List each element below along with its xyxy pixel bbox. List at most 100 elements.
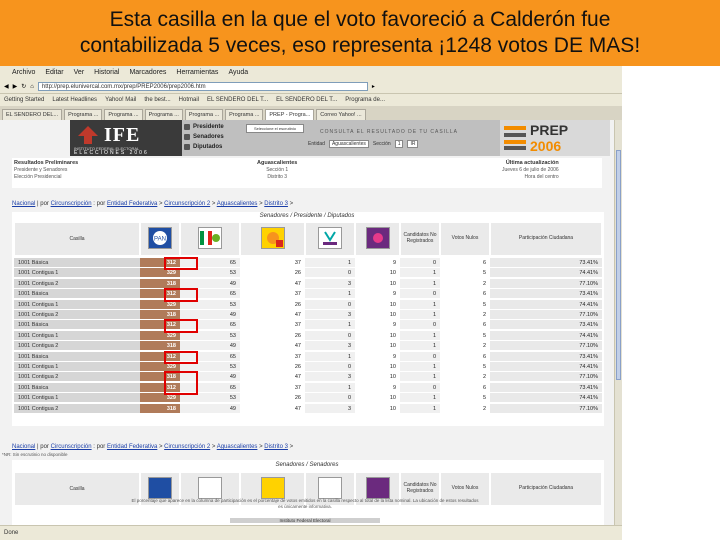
votes-cell: 2 <box>440 404 490 414</box>
browser-tab[interactable]: EL SENDERO DEL... <box>2 109 63 120</box>
info-left-line: Elección Presidencial <box>14 174 62 180</box>
table-row: 1001 Básica 312 65 37 1 9 0 6 73.41% <box>14 351 602 362</box>
browser-tab[interactable]: Programa ... <box>184 109 224 120</box>
go-icon[interactable]: ▸ <box>372 83 375 90</box>
votes-cell: 0 <box>305 330 355 341</box>
menu-file[interactable]: Archivo <box>12 69 35 76</box>
nav-senadores[interactable]: Senadores <box>184 132 244 142</box>
table-row: 1001 Contigua 2 318 49 47 3 10 1 2 77.10% <box>14 278 602 289</box>
votes-cell: 6 <box>440 258 490 268</box>
entity-select[interactable]: Aguascalientes <box>328 140 369 148</box>
scrollbar-thumb[interactable] <box>616 150 621 380</box>
info-mid-title: Aguascalientes <box>257 160 298 166</box>
crumb-circ-2[interactable]: Circunscripción 2 <box>164 201 210 207</box>
bookmark-item[interactable]: Programa de... <box>345 97 385 103</box>
caption-line-2: contabilizada 5 veces, eso representa ¡1… <box>79 34 641 57</box>
senate-header-nulos-label: Votos Nulos <box>451 485 479 491</box>
votes-cell: 47 <box>240 372 305 383</box>
senate-header-no-reg-label: Candidatos No Registrados <box>403 482 437 494</box>
bookmark-item[interactable]: Getting Started <box>4 97 44 103</box>
browser-tab[interactable]: Programa ... <box>104 109 143 120</box>
bookmark-item[interactable]: EL SENDERO DEL T... <box>207 97 268 103</box>
browser-tab-active[interactable]: PREP - Progra... <box>265 109 315 120</box>
crumb-circ[interactable]: Circunscripción <box>51 444 92 450</box>
bullet-icon <box>184 144 190 150</box>
bookmark-item[interactable]: Yahoo! Mail <box>105 97 136 103</box>
section-input[interactable]: 1 <box>394 140 404 148</box>
back-icon[interactable]: ◀ <box>4 83 9 90</box>
votes-cell: 3 <box>305 403 355 414</box>
bookmark-item[interactable]: EL SENDERO DEL T... <box>276 97 337 103</box>
header-no-registrados: Candidatos No Registrados <box>400 222 440 256</box>
caption-banner: Esta casilla en la que el voto favoreció… <box>0 0 720 66</box>
menu-edit[interactable]: Editar <box>45 69 63 76</box>
votes-cell: 3 <box>305 372 355 383</box>
casilla-cell: 1001 Contigua 2 <box>14 278 140 289</box>
votes-cell: 10 <box>355 341 400 352</box>
votes-cell: 3 <box>305 341 355 352</box>
nav-diputados[interactable]: Diputados <box>184 142 244 152</box>
crumb-circ-2[interactable]: Circunscripción 2 <box>164 444 210 450</box>
table-row: 1001 Contigua 1 329 53 26 0 10 1 5 74.41% <box>14 268 602 279</box>
pan-logo-icon: PAN <box>148 227 172 249</box>
votes-cell: 26 <box>240 331 305 341</box>
crumb-entity[interactable]: Entidad Federativa <box>107 444 157 450</box>
go-button[interactable]: IR <box>407 140 419 148</box>
bookmark-item[interactable]: the best... <box>144 97 170 103</box>
votes-cell: 10 <box>355 372 400 383</box>
bookmark-item[interactable]: Hotmail <box>179 97 199 103</box>
table-row: 1001 Contigua 2 318 49 47 3 10 1 2 77.10% <box>14 403 602 414</box>
crumb-ags[interactable]: Aguascalientes <box>217 201 258 207</box>
results-table: Senadores / Presidente / Diputados Casil… <box>12 212 604 426</box>
crumb-district[interactable]: Distrito 3 <box>264 444 288 450</box>
info-left: Resultados Preliminares Presidente y Sen… <box>14 160 78 181</box>
crumb-ags[interactable]: Aguascalientes <box>217 444 258 450</box>
browser-tab[interactable]: Correo Yahoo! ... <box>316 109 366 120</box>
votes-cell: 37 <box>240 320 305 331</box>
votes-cell: 9 <box>355 258 400 268</box>
participation-cell: 77.10% <box>490 341 602 352</box>
participation-cell: 77.10% <box>490 278 602 289</box>
crumb-nacional[interactable]: Nacional <box>12 444 35 450</box>
votes-cell: 1 <box>400 403 440 414</box>
browser-tab[interactable]: Programa ... <box>144 109 183 120</box>
votes-cell: 37 <box>240 289 305 300</box>
bookmark-item[interactable]: Latest Headlines <box>52 97 97 103</box>
votes-cell: 49 <box>180 403 240 414</box>
browser-tab[interactable]: Programa ... <box>225 109 264 120</box>
crumb-sep: : por <box>91 201 107 207</box>
ife-logo[interactable]: IFE INSTITUTO FEDERAL ELECTORAL ELECCION… <box>70 120 182 156</box>
menu-bookmarks[interactable]: Marcadores <box>129 69 166 76</box>
home-icon[interactable]: ⌂ <box>30 84 34 90</box>
votes-cell: 10 <box>355 404 400 414</box>
crumb-circ[interactable]: Circunscripción <box>51 201 92 207</box>
browser-tab[interactable]: Programa ... <box>64 109 103 120</box>
reload-icon[interactable]: ↻ <box>21 83 26 90</box>
table-row: 1001 Contigua 1 329 53 26 0 10 1 5 74.41% <box>14 362 602 372</box>
participation-cell: 77.10% <box>490 310 602 320</box>
table-row: 1001 Contigua 2 318 49 47 3 10 1 2 77.10% <box>14 310 602 320</box>
header-casilla: Casilla <box>14 222 140 256</box>
votes-cell: 26 <box>240 268 305 279</box>
crumb-district[interactable]: Distrito 3 <box>264 201 288 207</box>
crumb-entity[interactable]: Entidad Federativa <box>107 201 157 207</box>
prep-logo: PREP 2006 <box>500 120 610 156</box>
menu-view[interactable]: Ver <box>74 69 85 76</box>
votes-cell: 1 <box>305 258 355 268</box>
nav-presidente[interactable]: Presidente <box>184 122 244 132</box>
url-input[interactable]: http://prep.elunivercal.com.mx/prep/PREP… <box>37 82 368 91</box>
crumb-nacional[interactable]: Nacional <box>12 201 35 207</box>
vertical-scrollbar[interactable] <box>614 120 622 525</box>
senate-header-casilla: Casilla <box>14 472 140 506</box>
participation-cell: 73.41% <box>490 289 602 300</box>
menu-tools[interactable]: Herramientas <box>176 69 218 76</box>
menu-help[interactable]: Ayuda <box>228 69 248 76</box>
menu-history[interactable]: Historial <box>94 69 119 76</box>
bullet-icon <box>184 134 190 140</box>
forward-icon[interactable]: ▶ <box>13 83 18 90</box>
votes-cell: 47 <box>240 404 305 414</box>
crumb-sep: : por <box>91 444 107 450</box>
pri-pvem-logo-icon <box>198 477 222 499</box>
consult-button[interactable]: Seleccione el escrutinio <box>246 124 304 133</box>
highlight-box <box>164 350 198 364</box>
